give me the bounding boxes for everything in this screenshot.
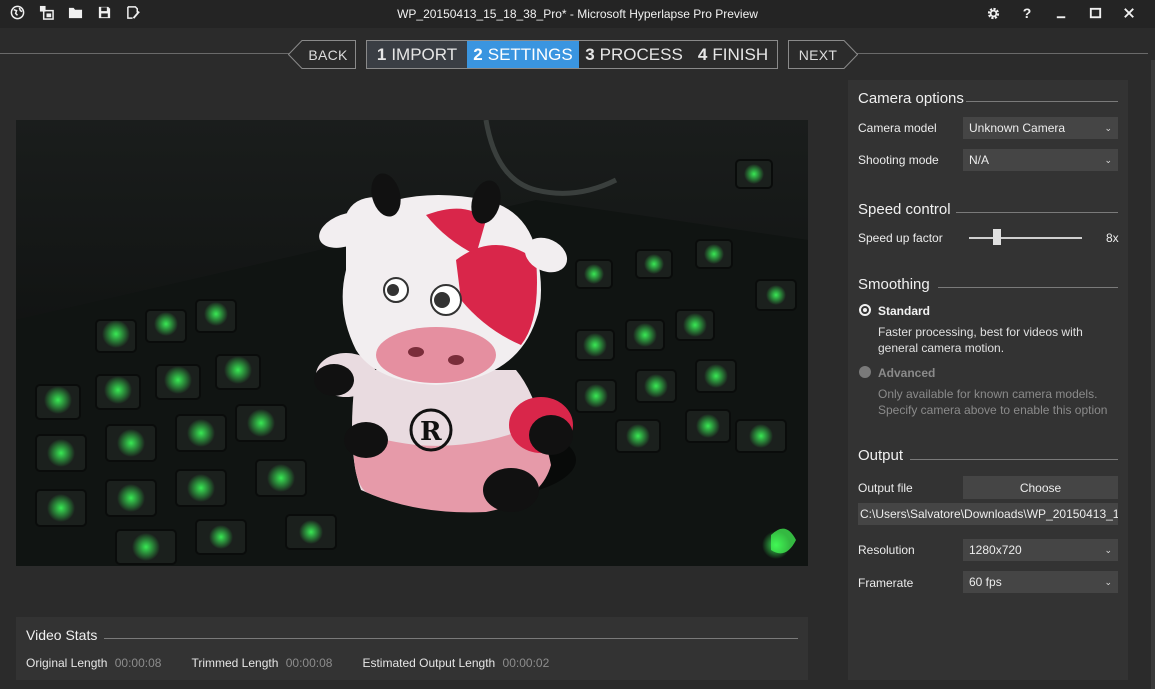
nav-divider-left (0, 53, 290, 54)
standard-option-description: Faster processing, best for videos with … (878, 325, 1083, 355)
speed-slider-track[interactable] (969, 237, 1082, 239)
chevron-down-icon: ⌄ (1104, 576, 1112, 587)
back-button[interactable]: BACK (288, 40, 356, 69)
step-label: IMPORT (391, 44, 458, 64)
trimmed-length: Trimmed Length 00:00:08 (191, 656, 332, 670)
close-icon[interactable] (1121, 5, 1137, 21)
video-stats-row: Original Length 00:00:08 Trimmed Length … (26, 656, 549, 670)
divider (910, 459, 1118, 460)
stat-value: 00:00:08 (285, 656, 333, 670)
shooting-mode-label: Shooting mode (858, 153, 939, 167)
step-label: SETTINGS (487, 44, 573, 64)
resolution-dropdown[interactable]: 1280x720 ⌄ (963, 539, 1118, 561)
help-icon[interactable]: ? (1019, 5, 1035, 21)
stat-value: 00:00:08 (114, 656, 162, 670)
video-preview[interactable]: R (16, 120, 808, 566)
next-label: NEXT (798, 46, 838, 63)
output-file-label: Output file (858, 481, 913, 495)
speed-control-title: Speed control (858, 201, 951, 218)
nav-divider-right (856, 53, 1148, 54)
step-label: PROCESS (599, 44, 683, 64)
window-edge-scrollbar (1151, 60, 1155, 689)
back-label: BACK (308, 46, 348, 63)
tab-import[interactable]: 1 IMPORT (367, 41, 467, 68)
step-number: 4 (697, 44, 708, 64)
choose-button[interactable]: Choose (963, 476, 1118, 499)
shooting-mode-dropdown[interactable]: N/A ⌄ (963, 149, 1118, 171)
divider (104, 638, 798, 639)
tab-finish[interactable]: 4 FINISH (689, 41, 777, 68)
step-number: 3 (585, 44, 595, 64)
stat-label: Trimmed Length (191, 656, 279, 670)
framerate-label: Framerate (858, 576, 914, 590)
framerate-dropdown[interactable]: 60 fps ⌄ (963, 571, 1118, 593)
step-label: FINISH (712, 44, 769, 64)
output-title: Output (858, 447, 904, 464)
resolution-value: 1280x720 (969, 543, 1022, 557)
video-stats-panel: Video Stats Original Length 00:00:08 Tri… (16, 617, 808, 680)
title-bar: WP_20150413_15_18_38_Pro* - Microsoft Hy… (0, 0, 1155, 28)
next-button[interactable]: NEXT (788, 40, 858, 69)
standard-radio[interactable] (859, 304, 871, 316)
framerate-value: 60 fps (969, 575, 1002, 589)
original-length: Original Length 00:00:08 (26, 656, 161, 670)
chevron-down-icon: ⌄ (1104, 122, 1112, 133)
camera-model-value: Unknown Camera (969, 121, 1066, 135)
output-path-field[interactable]: C:\Users\Salvatore\Downloads\WP_20150413… (858, 503, 1118, 525)
advanced-radio[interactable] (859, 366, 871, 378)
smoothing-title: Smoothing (858, 276, 930, 293)
advanced-option-description: Only available for known camera models. … (878, 387, 1108, 417)
chevron-down-icon: ⌄ (1104, 154, 1112, 165)
step-number: 1 (376, 44, 387, 64)
video-frame-image: R (16, 120, 808, 566)
divider (938, 287, 1118, 288)
tab-process[interactable]: 3 PROCESS (579, 41, 689, 68)
step-number: 2 (473, 44, 483, 64)
standard-option-label[interactable]: Standard (878, 304, 930, 318)
stat-label: Estimated Output Length (362, 656, 496, 670)
shooting-mode-value: N/A (969, 153, 990, 167)
window-title: WP_20150413_15_18_38_Pro* - Microsoft Hy… (397, 7, 758, 21)
svg-text:R: R (420, 417, 442, 447)
divider (956, 212, 1118, 213)
camera-model-dropdown[interactable]: Unknown Camera ⌄ (963, 117, 1118, 139)
chevron-down-icon: ⌄ (1104, 544, 1112, 555)
speed-slider-thumb[interactable] (993, 229, 1002, 245)
minimize-icon[interactable] (1053, 5, 1069, 21)
advanced-option-label[interactable]: Advanced (878, 366, 935, 380)
speed-up-factor-value: 8x (1106, 231, 1119, 245)
tab-settings[interactable]: 2 SETTINGS (467, 41, 579, 68)
camera-options-title: Camera options (858, 90, 964, 107)
stat-value: 00:00:02 (502, 656, 550, 670)
resolution-label: Resolution (858, 543, 915, 557)
camera-model-label: Camera model (858, 121, 937, 135)
video-stats-title: Video Stats (26, 627, 98, 643)
maximize-icon[interactable] (1087, 5, 1103, 21)
window-controls: ? (985, 5, 1137, 21)
stat-label: Original Length (26, 656, 108, 670)
speed-up-factor-label: Speed up factor (858, 231, 943, 245)
gear-icon[interactable] (985, 5, 1001, 21)
estimated-output-length: Estimated Output Length 00:00:02 (362, 656, 549, 670)
wizard-steps: 1 IMPORT 2 SETTINGS 3 PROCESS 4 FINISH (366, 40, 778, 69)
divider (966, 101, 1118, 102)
settings-panel: Camera options Camera model Unknown Came… (848, 80, 1128, 680)
